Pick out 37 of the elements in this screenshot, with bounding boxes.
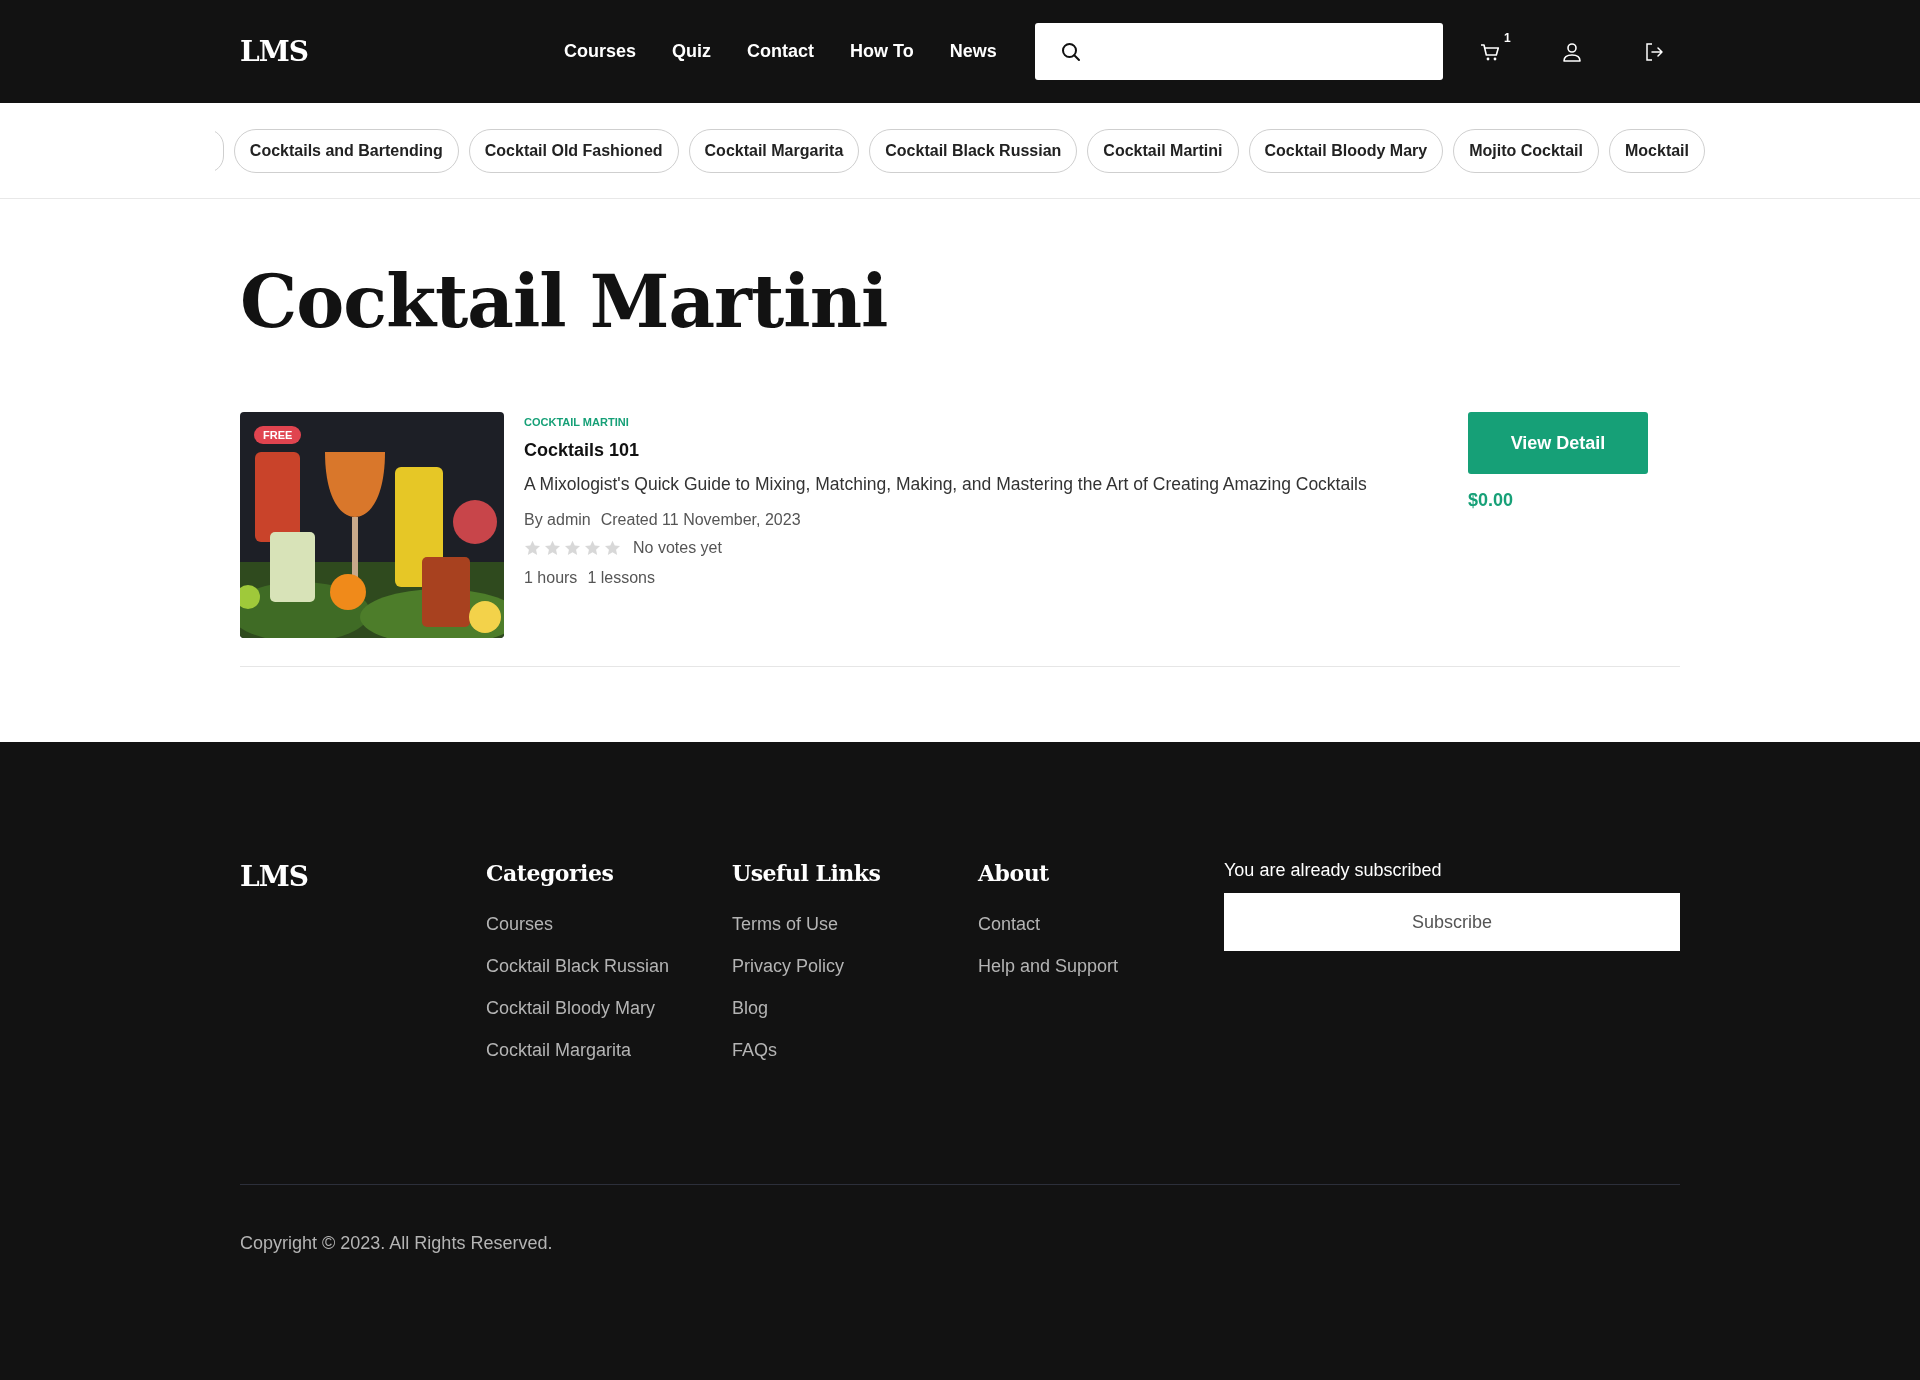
footer-link[interactable]: Contact: [978, 914, 1041, 935]
author-text: By admin: [524, 511, 591, 529]
page-title: Cocktail Martini: [240, 259, 889, 344]
copyright-text: Copyright © 2023. All Rights Reserved.: [240, 1233, 554, 1254]
nav-link[interactable]: How To: [850, 41, 914, 62]
footer-link[interactable]: Cocktail Black Russian: [486, 956, 670, 977]
duration-text: 1 hours: [524, 569, 578, 587]
footer-heading: About: [978, 860, 1049, 886]
footer-link[interactable]: Terms of Use: [732, 914, 839, 935]
footer-logo[interactable]: LMS: [240, 860, 486, 1082]
search-field[interactable]: [1034, 23, 1443, 80]
footer-heading: Categories: [486, 860, 614, 886]
footer-link[interactable]: FAQs: [732, 1040, 777, 1061]
footer-link[interactable]: Courses: [486, 914, 554, 935]
nav-link[interactable]: Courses: [564, 41, 637, 62]
footer-link[interactable]: Help and Support: [978, 956, 1119, 977]
footer-link[interactable]: Cocktail Bloody Mary: [486, 998, 656, 1019]
subscribe-note: You are already subscribed: [1224, 860, 1443, 881]
footer-heading: Useful Links: [732, 860, 881, 886]
price: $0.00: [1468, 490, 1515, 511]
footer-link[interactable]: Privacy Policy: [732, 956, 845, 977]
nav-link[interactable]: News: [949, 41, 997, 62]
subscribe-button[interactable]: Subscribe: [1224, 893, 1680, 951]
lessons-count: 1 lessons: [587, 569, 655, 587]
footer-link[interactable]: Blog: [732, 998, 769, 1019]
search-icon: [1060, 41, 1081, 62]
course-description: A Mixologist's Quick Guide to Mixing, Matching, Making, and Mastering the Art of Creating Amazing Cocktails: [524, 474, 1368, 495]
footer-link[interactable]: Cocktail Margarita: [486, 1040, 632, 1061]
course-title[interactable]: Cocktails 101: [524, 440, 1448, 461]
cart-count: 1: [1504, 30, 1511, 45]
user-icon[interactable]: [1560, 40, 1583, 63]
votes-text: No votes yet: [633, 539, 722, 557]
logo[interactable]: LMS: [240, 35, 564, 68]
created-date: Created 11 November, 2023: [600, 511, 801, 529]
nav-link[interactable]: Contact: [747, 41, 815, 62]
free-badge: FREE: [254, 426, 302, 444]
nav-link[interactable]: Quiz: [672, 41, 712, 62]
